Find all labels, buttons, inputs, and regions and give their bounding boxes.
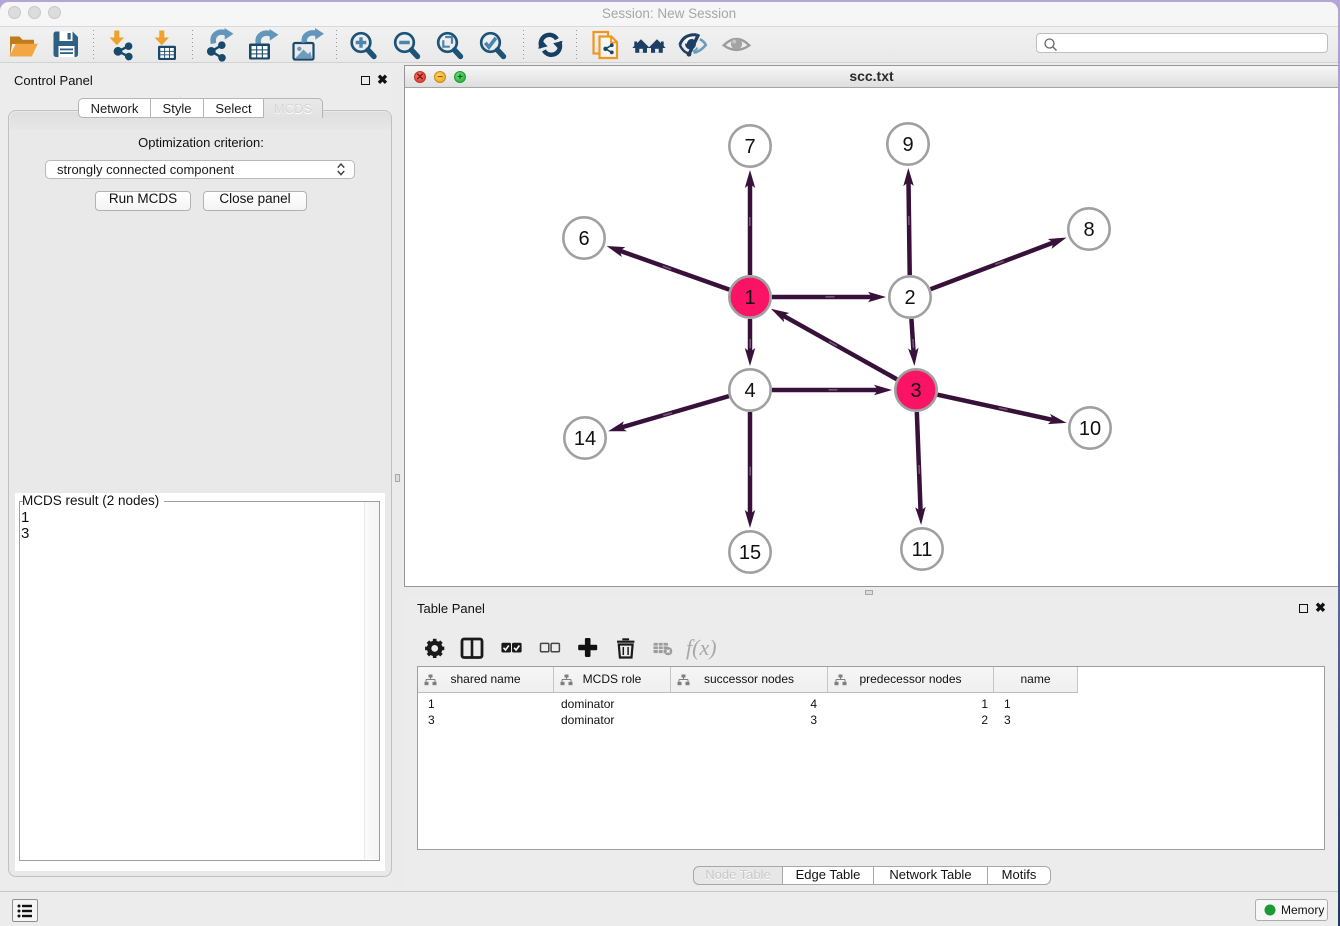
svg-text:6: 6: [578, 228, 589, 250]
svg-text:15: 15: [739, 542, 761, 564]
svg-text:1: 1: [744, 287, 755, 309]
svg-text:f(x): f(x): [686, 635, 717, 660]
svg-text:4: 4: [744, 380, 755, 402]
svg-text:2: 2: [904, 287, 915, 309]
svg-text:9: 9: [902, 134, 913, 156]
svg-text:10: 10: [1079, 418, 1101, 440]
svg-text:14: 14: [574, 428, 596, 450]
svg-text:11: 11: [912, 539, 933, 561]
svg-text:7: 7: [744, 136, 755, 158]
svg-text:3: 3: [910, 380, 921, 402]
svg-text:8: 8: [1083, 219, 1094, 241]
